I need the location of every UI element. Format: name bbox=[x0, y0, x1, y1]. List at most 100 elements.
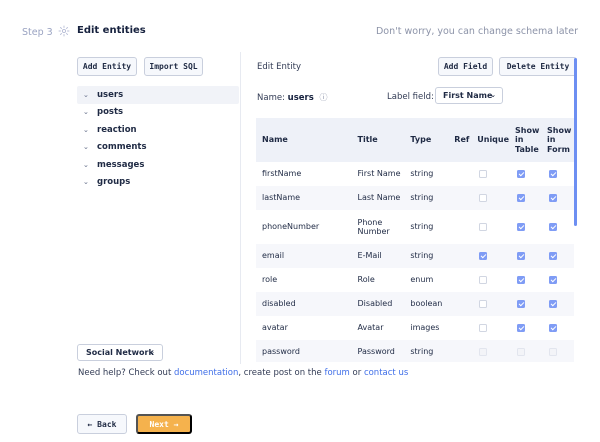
show-in-table-checkbox[interactable] bbox=[517, 275, 526, 284]
cell-type: string bbox=[410, 347, 434, 357]
schema-hint: Don't worry, you can change schema later bbox=[375, 26, 578, 37]
table-row[interactable]: disabled Disabled boolean bbox=[256, 292, 574, 316]
entity-item-reaction[interactable]: ⌄ reaction bbox=[77, 121, 239, 139]
show-in-table-checkbox[interactable] bbox=[517, 251, 526, 260]
entity-item-posts[interactable]: ⌄ posts bbox=[77, 104, 239, 122]
cell-show_form bbox=[541, 162, 574, 186]
help-middle: , create post on the bbox=[238, 368, 325, 378]
cell-show_table bbox=[509, 162, 541, 186]
entity-item-label: reaction bbox=[97, 124, 137, 135]
table-row[interactable]: lastName Last Name string bbox=[256, 186, 574, 210]
show-in-table-checkbox[interactable] bbox=[517, 193, 526, 202]
entity-name-value[interactable]: users bbox=[288, 93, 314, 103]
show-in-form-checkbox[interactable] bbox=[549, 222, 557, 231]
documentation-link[interactable]: documentation bbox=[174, 368, 238, 378]
show-in-form-checkbox[interactable] bbox=[549, 347, 557, 356]
entity-item-label: messages bbox=[97, 159, 145, 170]
table-row[interactable]: avatar Avatar images bbox=[256, 316, 574, 340]
edit-entity-title: Edit Entity bbox=[257, 62, 301, 72]
import-sql-button[interactable]: Import SQL bbox=[144, 57, 203, 76]
cell-unique bbox=[471, 244, 509, 268]
show-in-table-checkbox[interactable] bbox=[517, 169, 526, 178]
unique-checkbox[interactable] bbox=[479, 275, 488, 284]
cell-type: boolean bbox=[410, 299, 443, 309]
cell-type: images bbox=[410, 323, 440, 333]
cell-name: avatar bbox=[262, 323, 288, 333]
cell-type: enum bbox=[410, 275, 434, 285]
cell-title: Last Name bbox=[357, 193, 401, 203]
table-row[interactable]: firstName First Name string bbox=[256, 162, 574, 186]
show-in-table-checkbox[interactable] bbox=[517, 222, 526, 231]
back-button[interactable]: ← Back bbox=[77, 414, 127, 434]
unique-checkbox[interactable] bbox=[479, 323, 488, 332]
chevron-down-icon[interactable]: ⌄ bbox=[83, 161, 97, 169]
cell-title: Password bbox=[357, 347, 395, 357]
chevron-down-icon[interactable]: ⌄ bbox=[83, 108, 97, 116]
cell-name: role bbox=[262, 275, 278, 285]
show-in-form-checkbox[interactable] bbox=[549, 169, 557, 178]
unique-checkbox[interactable] bbox=[479, 169, 488, 178]
unique-checkbox[interactable] bbox=[479, 193, 488, 202]
show-in-form-checkbox[interactable] bbox=[549, 251, 557, 260]
entity-item-comments[interactable]: ⌄ comments bbox=[77, 139, 239, 157]
forum-link[interactable]: forum bbox=[324, 368, 349, 378]
chevron-down-icon[interactable]: ⌄ bbox=[83, 126, 97, 134]
cell-name: password bbox=[262, 347, 300, 357]
entity-name: Name: users ⓘ bbox=[257, 92, 328, 103]
label-field-select[interactable]: First Name ⌄ bbox=[435, 87, 503, 104]
show-in-form-checkbox[interactable] bbox=[549, 299, 557, 308]
cell-show_form bbox=[541, 210, 574, 244]
help-or: or bbox=[349, 368, 364, 378]
unique-checkbox[interactable] bbox=[479, 251, 488, 260]
cell-show_table bbox=[509, 244, 541, 268]
show-in-form-checkbox[interactable] bbox=[549, 275, 557, 284]
cell-unique bbox=[471, 210, 509, 244]
help-text: Need help? Check out documentation, crea… bbox=[78, 368, 408, 378]
cell-unique bbox=[471, 316, 509, 340]
show-in-table-checkbox[interactable] bbox=[517, 299, 526, 308]
table-row[interactable]: phoneNumber Phone Number string bbox=[256, 210, 574, 244]
table-row[interactable]: role Role enum bbox=[256, 268, 574, 292]
table-row[interactable]: email E-Mail string bbox=[256, 244, 574, 268]
cell-type: string bbox=[410, 169, 434, 179]
entity-item-messages[interactable]: ⌄ messages bbox=[77, 156, 239, 174]
cell-title: E-Mail bbox=[357, 251, 382, 261]
cell-name: email bbox=[262, 251, 285, 261]
unique-checkbox[interactable] bbox=[479, 222, 488, 231]
show-in-form-checkbox[interactable] bbox=[549, 323, 557, 332]
unique-checkbox[interactable] bbox=[479, 347, 488, 356]
entity-item-label: posts bbox=[97, 107, 124, 118]
cell-show_form bbox=[541, 316, 574, 340]
contact-us-link[interactable]: contact us bbox=[364, 368, 408, 378]
chevron-down-icon[interactable]: ⌄ bbox=[83, 143, 97, 151]
column-header: Title bbox=[357, 135, 378, 145]
cell-type: string bbox=[410, 193, 434, 203]
next-button[interactable]: Next → bbox=[136, 414, 192, 434]
info-icon[interactable]: ⓘ bbox=[320, 92, 328, 103]
show-in-table-checkbox[interactable] bbox=[517, 323, 526, 332]
entity-item-users[interactable]: ⌄ users bbox=[77, 86, 239, 104]
add-field-button[interactable]: Add Field bbox=[438, 57, 493, 76]
chevron-down-icon[interactable]: ⌄ bbox=[83, 178, 97, 186]
fields-table: Name Title Type Ref Unique Show in Table Show … bbox=[256, 118, 574, 362]
unique-checkbox[interactable] bbox=[479, 299, 488, 308]
cell-unique bbox=[471, 292, 509, 316]
template-select[interactable]: Social Network ⌄ bbox=[77, 344, 163, 361]
delete-entity-button[interactable]: Delete Entity bbox=[499, 57, 577, 76]
show-in-table-checkbox[interactable] bbox=[517, 347, 526, 356]
column-header: Ref bbox=[454, 135, 470, 145]
cell-show_table bbox=[509, 268, 541, 292]
cell-show_table bbox=[509, 340, 541, 362]
table-scrollbar[interactable] bbox=[574, 58, 577, 226]
chevron-down-icon[interactable]: ⌄ bbox=[83, 91, 97, 99]
cell-show_form bbox=[541, 186, 574, 210]
add-entity-button[interactable]: Add Entity bbox=[77, 57, 137, 76]
table-row[interactable]: password Password string bbox=[256, 340, 574, 362]
show-in-form-checkbox[interactable] bbox=[549, 193, 557, 202]
cell-show_table bbox=[509, 186, 541, 210]
fields-table-wrapper: Name Title Type Ref Unique Show in Table Show … bbox=[256, 118, 574, 362]
cell-show_form bbox=[541, 268, 574, 292]
cell-name: firstName bbox=[262, 169, 302, 179]
entity-item-groups[interactable]: ⌄ groups bbox=[77, 174, 239, 192]
cell-type: string bbox=[410, 222, 434, 232]
